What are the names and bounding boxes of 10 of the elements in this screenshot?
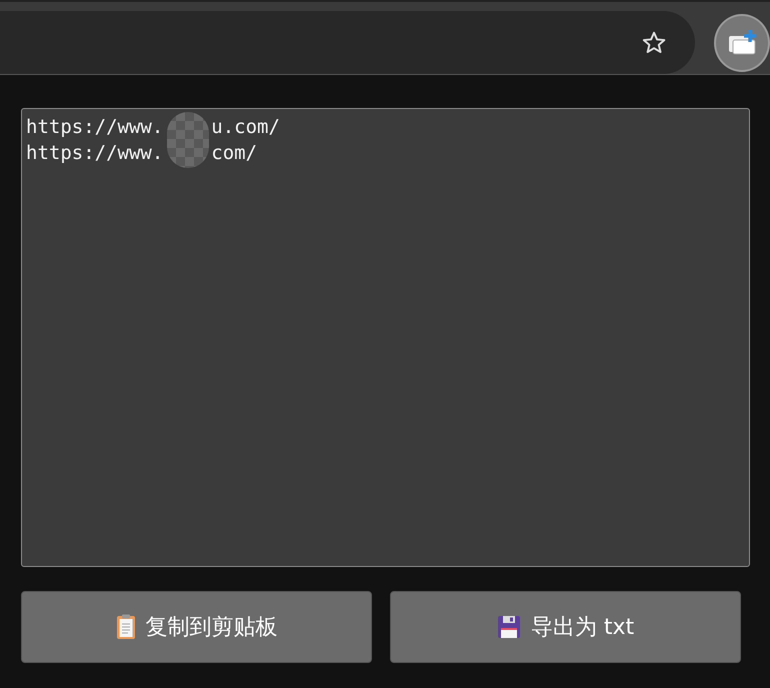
- url-text: com/: [211, 141, 258, 166]
- url-text: https://www.: [26, 115, 164, 140]
- url-textarea[interactable]: https://www. u.com/ https://www. com/: [21, 108, 750, 567]
- url-text: u.com/: [211, 115, 280, 140]
- url-text: https://www.: [26, 141, 164, 166]
- copy-button[interactable]: 复制到剪贴板: [21, 591, 372, 663]
- export-button[interactable]: 导出为 txt: [390, 591, 741, 663]
- star-icon[interactable]: [641, 30, 667, 56]
- clipboard-icon: [116, 614, 136, 640]
- redaction-mosaic: [167, 112, 209, 168]
